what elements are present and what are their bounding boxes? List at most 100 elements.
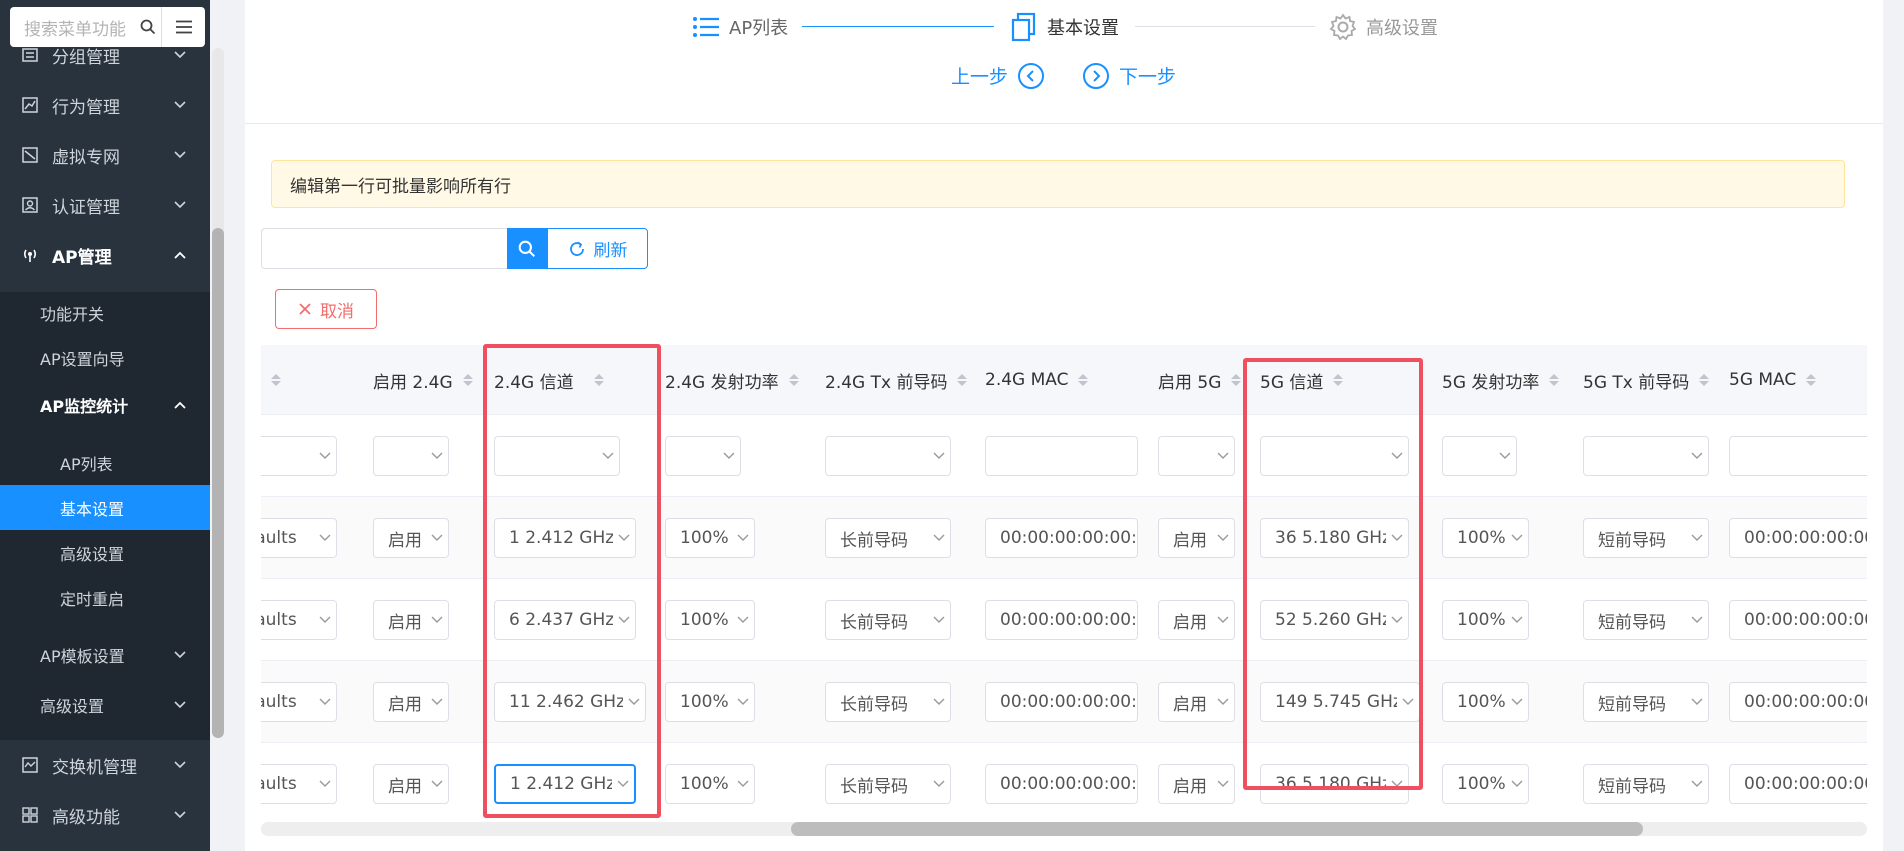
cancel-button[interactable]: 取消 <box>275 289 377 329</box>
input-mac-5g[interactable]: 00:00:00:00:00:01 <box>1729 682 1867 722</box>
refresh-button[interactable]: 刷新 <box>547 228 648 269</box>
sort-icon[interactable] <box>1231 374 1242 386</box>
table-search-button[interactable] <box>507 228 547 269</box>
input-mac-24g[interactable]: 00:00:00:00:00:01 <box>985 600 1138 640</box>
step-advanced-settings[interactable]: 高级设置 <box>1328 12 1438 42</box>
filter-select-enable-24g[interactable] <box>373 436 449 476</box>
select-power-24g[interactable]: 100% <box>665 518 755 558</box>
sidebar-item-func-switch[interactable]: 功能开关 <box>0 290 210 335</box>
select-preamble-24g[interactable]: 长前导码 <box>825 682 951 722</box>
select-preamble-5g[interactable]: 短前导码 <box>1583 600 1709 640</box>
sidebar-item-ap-wizard[interactable]: AP设置向导 <box>0 335 210 380</box>
select-preamble-5g[interactable]: 短前导码 <box>1583 764 1709 804</box>
filter-select-power-24g[interactable] <box>665 436 741 476</box>
sort-icon[interactable] <box>271 374 281 386</box>
select-template[interactable]: defaults <box>261 764 337 804</box>
column-header-channel-5g[interactable]: 5G 信道 <box>1260 345 1344 415</box>
column-header-enable-5g[interactable]: 启用 5G <box>1158 345 1242 415</box>
sidebar-item-ap-mgmt[interactable]: AP管理 <box>0 230 210 280</box>
sort-icon[interactable] <box>1333 374 1344 386</box>
sidebar-item-advanced-func[interactable]: 高级功能 <box>0 790 210 840</box>
input-mac-24g[interactable]: 00:00:00:00:00:01 <box>985 682 1138 722</box>
select-power-24g[interactable]: 100% <box>665 682 755 722</box>
select-preamble-5g[interactable]: 短前导码 <box>1583 682 1709 722</box>
sort-icon[interactable] <box>1078 374 1089 386</box>
select-channel-5g[interactable]: 149 5.745 GHz <box>1260 682 1420 722</box>
select-channel-24g[interactable]: 1 2.412 GHz <box>494 518 636 558</box>
input-mac-5g[interactable]: 00:00:00:00:00:01 <box>1729 600 1867 640</box>
filter-input-mac-5g[interactable] <box>1729 436 1867 476</box>
column-header-mac-24g[interactable]: 2.4G MAC <box>985 345 1089 415</box>
sort-icon[interactable] <box>788 374 799 386</box>
step-basic-settings[interactable]: 基本设置 <box>1009 12 1119 42</box>
select-preamble-24g[interactable]: 长前导码 <box>825 764 951 804</box>
menu-search-input[interactable]: 搜索菜单功能 <box>10 15 135 40</box>
select-channel-5g[interactable]: 36 5.180 GHz <box>1260 764 1409 804</box>
sort-icon[interactable] <box>957 374 968 386</box>
select-channel-24g[interactable]: 11 2.462 GHz <box>494 682 646 722</box>
column-header-enable-24g[interactable]: 启用 2.4G <box>373 345 473 415</box>
column-header-channel-24g[interactable]: 2.4G 信道 <box>494 345 604 415</box>
column-header-power-5g[interactable]: 5G 发射功率 <box>1442 345 1560 415</box>
select-enable-5g[interactable]: 启用 <box>1158 682 1235 722</box>
select-channel-24g[interactable]: 1 2.412 GHz <box>494 764 636 804</box>
filter-select-preamble-24g[interactable] <box>825 436 951 476</box>
sidebar-item-ap-template[interactable]: AP模板设置 <box>0 632 210 677</box>
filter-select-power-5g[interactable] <box>1442 436 1517 476</box>
select-channel-24g[interactable]: 6 2.437 GHz <box>494 600 636 640</box>
filter-select-channel-24g[interactable] <box>494 436 620 476</box>
select-preamble-5g[interactable]: 短前导码 <box>1583 518 1709 558</box>
sidebar-item-auth[interactable]: 认证管理 <box>0 180 210 230</box>
sort-icon[interactable] <box>593 374 604 386</box>
sidebar-item-advanced-settings[interactable]: 高级设置 <box>0 530 210 575</box>
sidebar-item-switch-mgmt[interactable]: 交换机管理 <box>0 740 210 790</box>
column-header-power-24g[interactable]: 2.4G 发射功率 <box>665 345 799 415</box>
sidebar-item-timed-reboot[interactable]: 定时重启 <box>0 575 210 620</box>
input-mac-5g[interactable]: 00:00:00:00:00:01 <box>1729 518 1867 558</box>
select-power-5g[interactable]: 100% <box>1442 764 1529 804</box>
sort-icon[interactable] <box>1699 374 1710 386</box>
input-mac-24g[interactable]: 00:00:00:00:00:01 <box>985 518 1138 558</box>
select-power-5g[interactable]: 100% <box>1442 682 1529 722</box>
sidebar-item-ap-advanced[interactable]: 高级设置 <box>0 682 210 727</box>
select-channel-5g[interactable]: 36 5.180 GHz <box>1260 518 1409 558</box>
sort-icon[interactable] <box>462 374 473 386</box>
input-mac-24g[interactable]: 00:00:00:00:00:01 <box>985 764 1138 804</box>
filter-input-mac-24g[interactable] <box>985 436 1138 476</box>
column-header-mac-5g[interactable]: 5G MAC <box>1729 345 1817 415</box>
column-header-preamble-24g[interactable]: 2.4G Tx 前导码 <box>825 345 968 415</box>
filter-select-channel-5g[interactable] <box>1260 436 1409 476</box>
sidebar-item-basic-settings[interactable]: 基本设置 <box>0 485 210 530</box>
sort-icon[interactable] <box>1806 374 1817 386</box>
sidebar-scrollbar-thumb[interactable] <box>212 228 224 738</box>
select-power-24g[interactable]: 100% <box>665 600 755 640</box>
next-step-button[interactable]: 下一步 <box>1083 62 1176 89</box>
select-enable-24g[interactable]: 启用 <box>373 600 449 640</box>
select-channel-5g[interactable]: 52 5.260 GHz <box>1260 600 1409 640</box>
select-enable-5g[interactable]: 启用 <box>1158 764 1235 804</box>
prev-step-button[interactable]: 上一步 <box>951 62 1045 89</box>
select-preamble-24g[interactable]: 长前导码 <box>825 518 951 558</box>
sidebar-item-vpn[interactable]: 虚拟专网 <box>0 130 210 180</box>
select-template[interactable]: defaults <box>261 682 337 722</box>
sidebar-item-ap-monitor[interactable]: AP监控统计 <box>0 382 210 427</box>
input-mac-5g[interactable]: 00:00:00:00:00:01 <box>1729 764 1867 804</box>
select-enable-24g[interactable]: 启用 <box>373 518 449 558</box>
hamburger-menu-button[interactable] <box>161 7 205 47</box>
step-ap-list[interactable]: AP列表 <box>691 12 788 42</box>
select-power-5g[interactable]: 100% <box>1442 600 1529 640</box>
select-power-24g[interactable]: 100% <box>665 764 755 804</box>
column-header-template[interactable]: 模板 <box>261 345 281 415</box>
select-enable-5g[interactable]: 启用 <box>1158 600 1235 640</box>
select-enable-5g[interactable]: 启用 <box>1158 518 1235 558</box>
filter-select-preamble-5g[interactable] <box>1583 436 1709 476</box>
select-template[interactable]: defaults <box>261 518 337 558</box>
table-search-input[interactable] <box>261 228 507 269</box>
search-icon[interactable] <box>135 19 161 35</box>
sort-icon[interactable] <box>1549 374 1560 386</box>
select-power-5g[interactable]: 100% <box>1442 518 1529 558</box>
column-header-preamble-5g[interactable]: 5G Tx 前导码 <box>1583 345 1710 415</box>
select-preamble-24g[interactable]: 长前导码 <box>825 600 951 640</box>
select-enable-24g[interactable]: 启用 <box>373 682 449 722</box>
filter-select-enable-5g[interactable] <box>1158 436 1235 476</box>
